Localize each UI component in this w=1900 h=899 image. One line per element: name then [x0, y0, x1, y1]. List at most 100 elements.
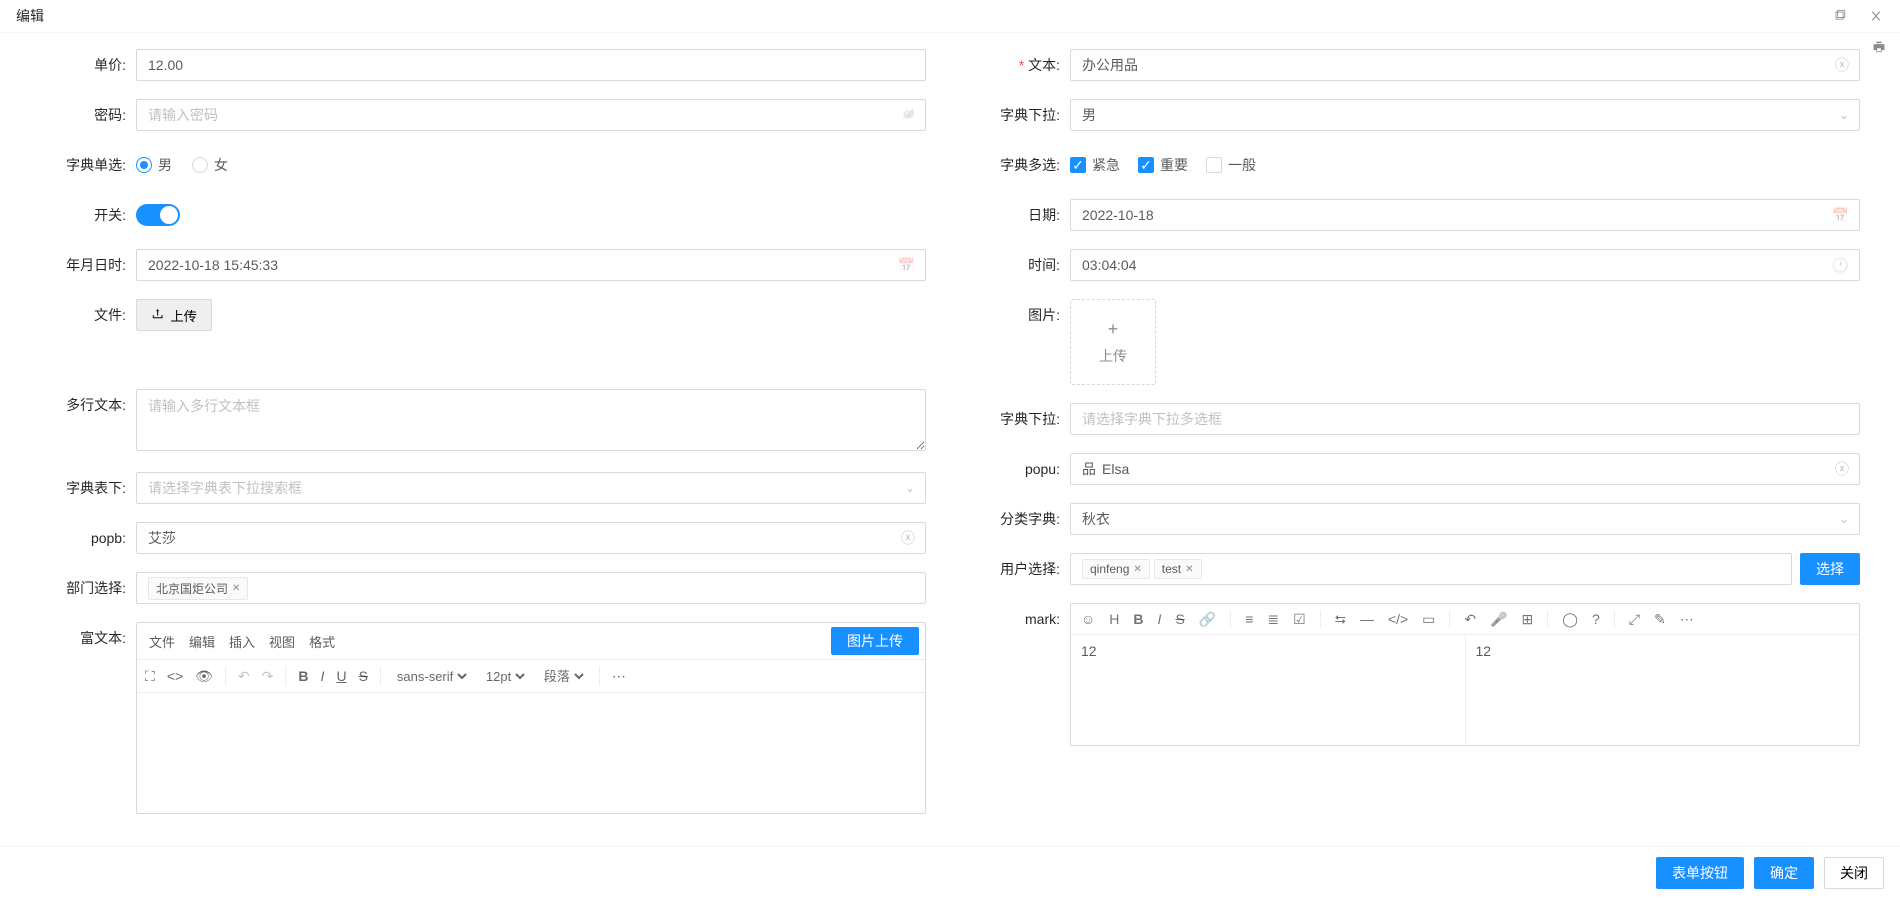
text-input[interactable]	[1070, 49, 1860, 81]
preview-icon[interactable]: 👁	[195, 668, 213, 685]
dict-select[interactable]	[1070, 99, 1860, 131]
rte-menu-file[interactable]: 文件	[149, 632, 175, 651]
form-body: 单价: 密码: 字典单选: 男 女 开关: 年月日时: 📅	[0, 33, 1900, 874]
print-icon[interactable]	[1872, 40, 1886, 57]
time-input[interactable]	[1070, 249, 1860, 281]
dict-search-select[interactable]	[136, 472, 926, 504]
restore-icon[interactable]	[1832, 8, 1848, 24]
code-icon[interactable]: <>	[167, 668, 183, 684]
chevron-down-icon: ⌄	[1839, 512, 1849, 526]
popu-input[interactable]: 品 Elsa	[1070, 453, 1860, 485]
cat-dict-select[interactable]	[1070, 503, 1860, 535]
md-fullscreen-icon[interactable]: ⤢	[1629, 611, 1640, 628]
undo-icon[interactable]: ↶	[238, 668, 250, 685]
switch-toggle[interactable]	[136, 204, 180, 226]
user-tag-1-close-icon[interactable]: ✕	[1133, 564, 1141, 575]
rte-menu-edit[interactable]: 编辑	[189, 632, 215, 651]
row-richtext: 富文本: 文件 编辑 插入 视图 格式 图片上传 ⛶	[40, 622, 926, 814]
label-dict-search: 字典表下:	[40, 472, 136, 504]
popb-input[interactable]	[136, 522, 926, 554]
image-upload-label: 上传	[1099, 346, 1127, 366]
radio-female-label: 女	[214, 155, 228, 175]
md-ul-icon[interactable]: ≡	[1245, 611, 1253, 627]
rte-toolbar: ⛶ <> 👁 ↶ ↷ B I U S sans-serif 12pt	[137, 660, 925, 693]
redo-icon[interactable]: ↷	[262, 668, 274, 685]
rte-menu-format[interactable]: 格式	[309, 632, 335, 651]
radio-male[interactable]: 男	[136, 155, 172, 175]
chk-urgent[interactable]: ✓紧急	[1070, 155, 1120, 175]
plus-icon: +	[1108, 319, 1119, 340]
date-input[interactable]	[1070, 199, 1860, 231]
md-edit-icon[interactable]: ✎	[1654, 611, 1666, 628]
italic-icon[interactable]: I	[321, 668, 325, 684]
md-source[interactable]: 12	[1071, 635, 1466, 745]
more-icon[interactable]: ⋯	[612, 668, 626, 685]
md-ol-icon[interactable]: ≣	[1267, 611, 1279, 628]
label-mark: mark:	[974, 603, 1070, 635]
md-undo-icon[interactable]: ↶	[1464, 611, 1476, 628]
md-heading-icon[interactable]: H	[1109, 611, 1119, 627]
md-help-icon[interactable]: ?	[1592, 611, 1600, 627]
close-button[interactable]: 关闭	[1824, 857, 1884, 889]
rte-body[interactable]	[137, 693, 925, 813]
label-multiline: 多行文本:	[40, 389, 136, 421]
price-input[interactable]	[136, 49, 926, 81]
dept-select[interactable]: 北京国炬公司✕	[136, 572, 926, 604]
ok-button[interactable]: 确定	[1754, 857, 1814, 889]
chk-important[interactable]: ✓重要	[1138, 155, 1188, 175]
md-italic-icon[interactable]: I	[1158, 611, 1162, 627]
form-extra-button[interactable]: 表单按钮	[1656, 857, 1744, 889]
underline-icon[interactable]: U	[336, 668, 346, 684]
rte-font-select[interactable]: sans-serif	[393, 668, 470, 685]
row-dict-multi: 字典多选: ✓紧急 ✓重要 一般	[974, 149, 1860, 181]
md-more-icon[interactable]: ⋯	[1680, 611, 1694, 628]
radio-female[interactable]: 女	[192, 155, 228, 175]
rte-image-upload-button[interactable]: 图片上传	[831, 627, 919, 655]
file-upload-label: 上传	[170, 306, 197, 325]
dept-tag-close-icon[interactable]: ✕	[232, 583, 240, 594]
user-select-button[interactable]: 选择	[1800, 553, 1860, 585]
md-table-icon[interactable]: ⊞	[1522, 611, 1534, 628]
md-hr-icon[interactable]: —	[1360, 611, 1374, 627]
image-upload-box[interactable]: + 上传	[1070, 299, 1156, 385]
user-tag-1: qinfeng✕	[1082, 559, 1150, 579]
bold-icon[interactable]: B	[298, 668, 308, 684]
row-price: 单价:	[40, 49, 926, 81]
fullscreen-icon[interactable]: ⛶	[145, 668, 155, 685]
md-code-icon[interactable]: </>	[1388, 611, 1408, 627]
md-bold-icon[interactable]: B	[1133, 611, 1143, 627]
md-codeblock-icon[interactable]: ▭	[1422, 611, 1435, 628]
file-upload-button[interactable]: 上传	[136, 299, 212, 331]
md-quote-icon[interactable]: ⮀	[1335, 611, 1346, 628]
password-input[interactable]	[136, 99, 926, 131]
chk-normal[interactable]: 一般	[1206, 155, 1256, 175]
rte-menu-view[interactable]: 视图	[269, 632, 295, 651]
row-popb: popb: ⓧ	[40, 522, 926, 554]
user-select-field[interactable]: qinfeng✕ test✕	[1070, 553, 1792, 585]
md-check-icon[interactable]: ☑	[1293, 611, 1306, 628]
user-tag-2-close-icon[interactable]: ✕	[1185, 564, 1193, 575]
right-column: 文本: ⓧ 字典下拉: ⌄ 字典多选: ✓紧急 ✓重要 一般 日期:	[974, 49, 1860, 814]
chevron-down-icon: ⌄	[1839, 108, 1849, 122]
md-record-icon[interactable]: 🎤	[1490, 611, 1507, 628]
md-github-icon[interactable]: ◯	[1562, 611, 1578, 628]
rte-size-select[interactable]: 12pt	[482, 668, 528, 685]
md-strike-icon[interactable]: S	[1175, 611, 1184, 627]
rte-para-select[interactable]: 段落	[540, 668, 587, 685]
radio-male-label: 男	[158, 155, 172, 175]
row-password: 密码:	[40, 99, 926, 131]
multiline-textarea[interactable]	[136, 389, 926, 451]
strike-icon[interactable]: S	[359, 668, 368, 684]
row-multiline: 多行文本:	[40, 389, 926, 454]
datetime-input[interactable]	[136, 249, 926, 281]
md-emoji-icon[interactable]: ☺	[1081, 611, 1095, 627]
rte-menu-insert[interactable]: 插入	[229, 632, 255, 651]
label-image: 图片:	[974, 299, 1070, 331]
label-dict-multi: 字典多选:	[974, 149, 1070, 181]
header-actions	[1832, 8, 1884, 24]
md-link-icon[interactable]: 🔗	[1199, 611, 1216, 628]
row-date: 日期: 📅	[974, 199, 1860, 231]
label-time: 时间:	[974, 249, 1070, 281]
close-icon[interactable]	[1868, 8, 1884, 24]
dict-multi-select[interactable]	[1070, 403, 1860, 435]
